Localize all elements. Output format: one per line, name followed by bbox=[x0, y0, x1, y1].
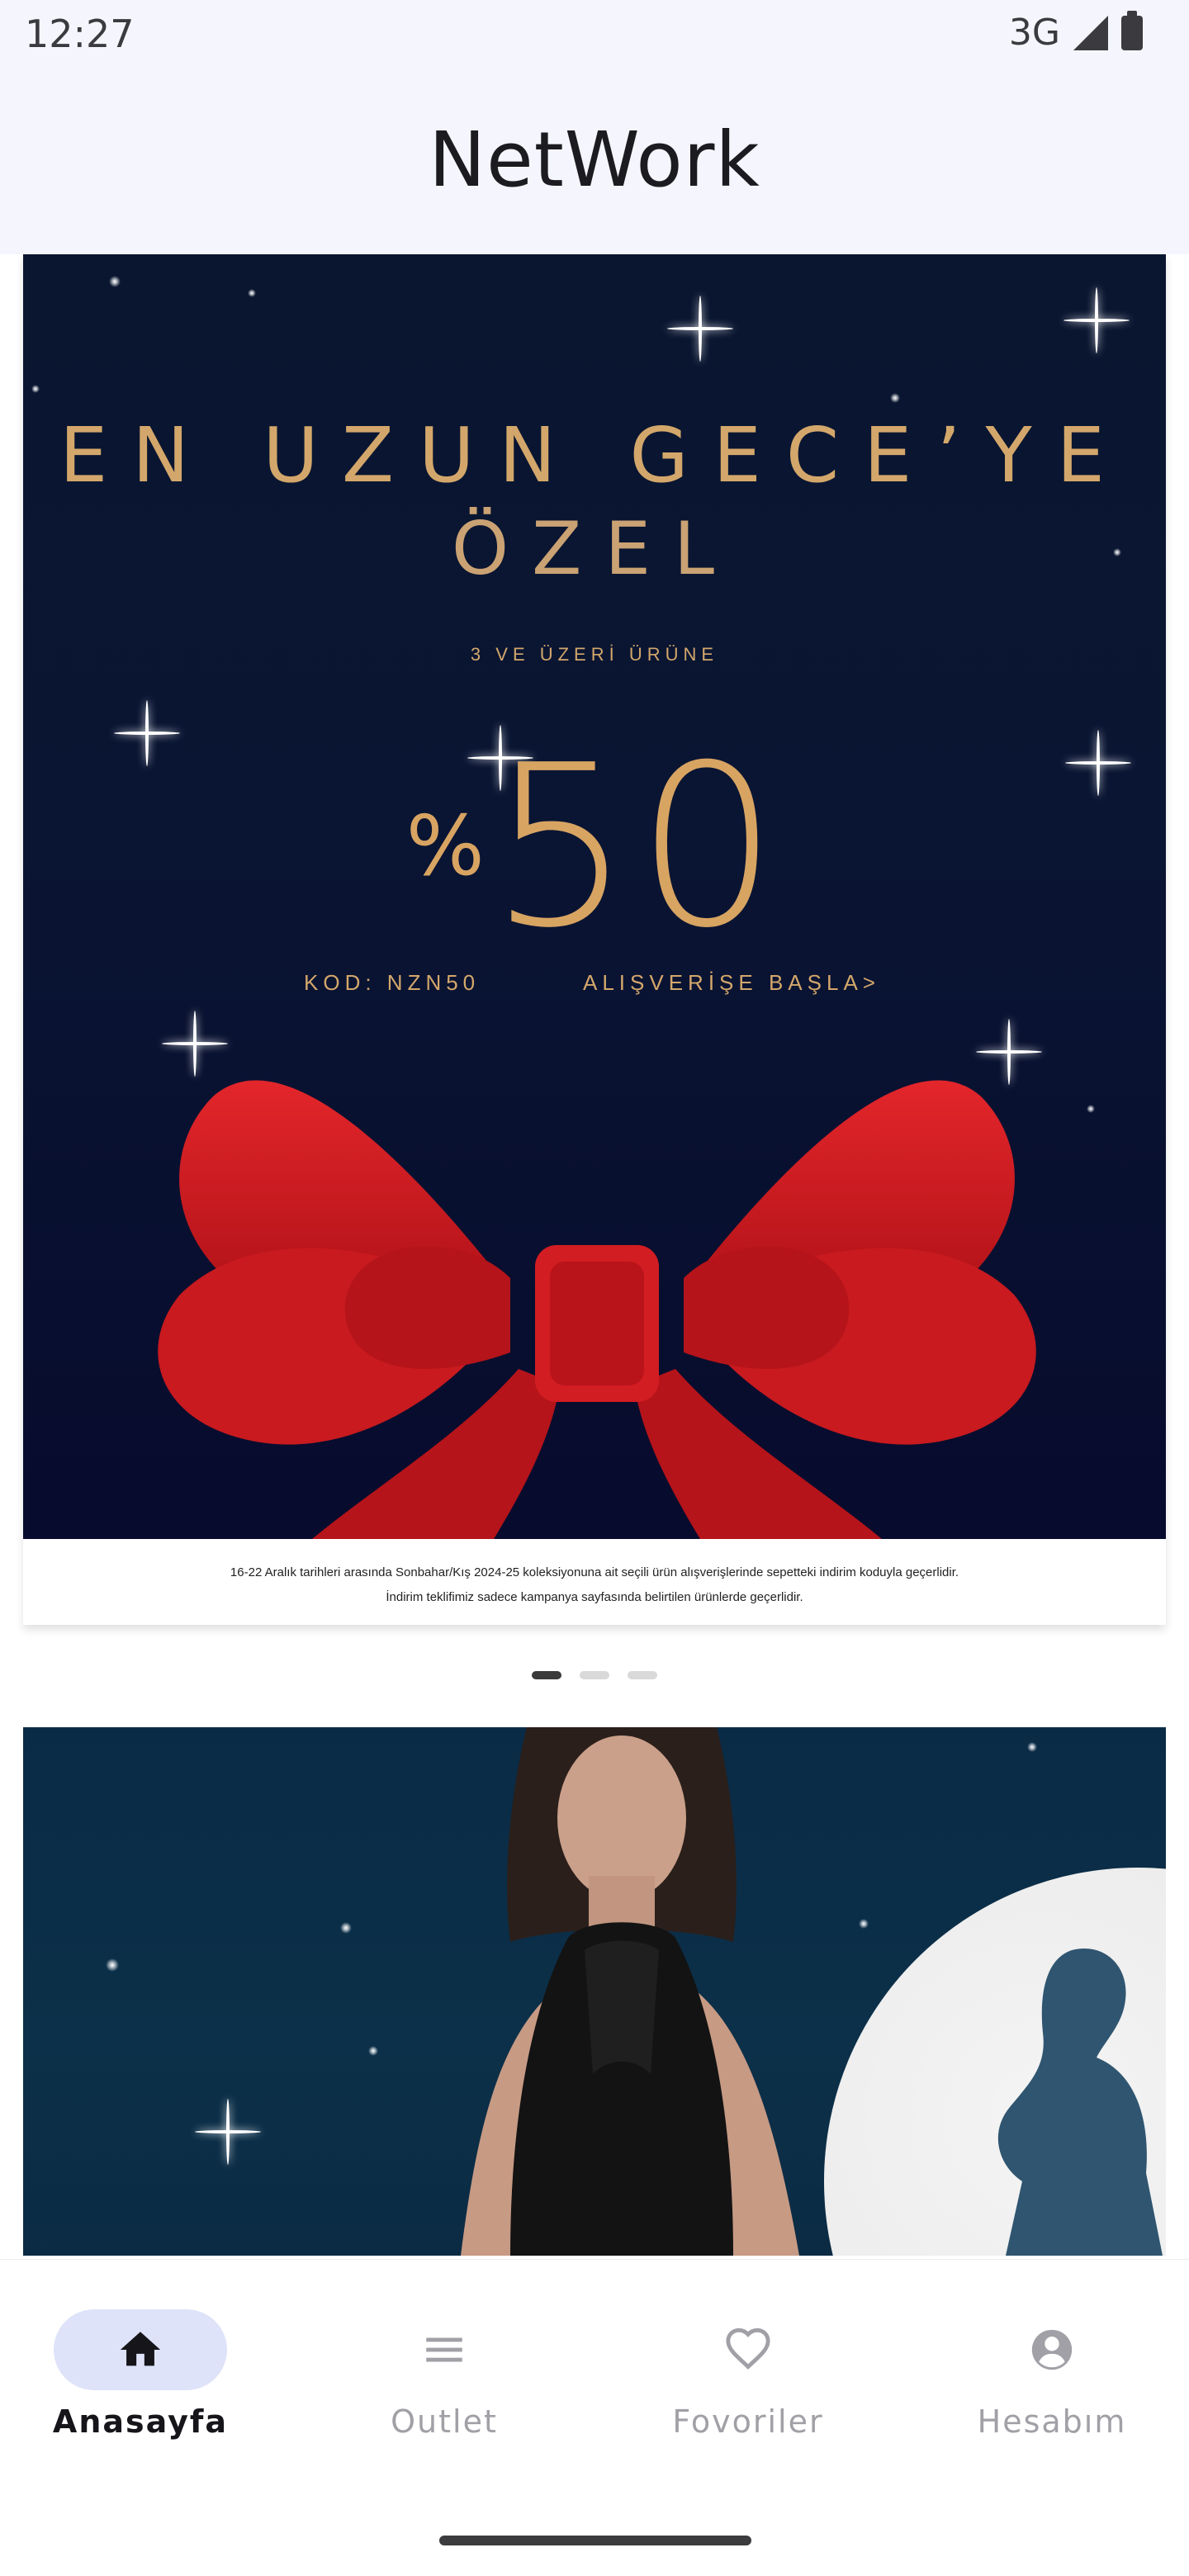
promo-subheading: 3 VE ÜZERİ ÜRÜNE bbox=[470, 644, 719, 665]
model-photo bbox=[461, 1727, 799, 2256]
nav-label: Hesabım bbox=[977, 2403, 1127, 2440]
silhouette-image bbox=[997, 1949, 1163, 2256]
star-icon bbox=[248, 289, 256, 297]
bottom-navigation: Anasayfa Outlet Fovoriler Hesabım bbox=[0, 2259, 1189, 2576]
signal-icon bbox=[1073, 15, 1108, 50]
status-time: 12:27 bbox=[25, 12, 135, 56]
promo-banner-art: EN UZUN GECE’YE ÖZEL 3 VE ÜZERİ ÜRÜNE %5… bbox=[23, 254, 1166, 1539]
battery-icon bbox=[1121, 10, 1143, 50]
nav-pill bbox=[661, 2309, 835, 2390]
nav-pill bbox=[965, 2309, 1139, 2390]
carousel-dot[interactable] bbox=[532, 1671, 561, 1679]
nav-pill bbox=[358, 2309, 531, 2390]
top-bar: 12:27 3G NetWork bbox=[0, 0, 1189, 254]
nav-item-home[interactable]: Anasayfa bbox=[0, 2309, 289, 2458]
discount-value: 50 bbox=[489, 717, 784, 977]
nav-item-account[interactable]: Hesabım bbox=[903, 2309, 1189, 2458]
nav-active-indicator bbox=[54, 2309, 227, 2390]
home-icon bbox=[116, 2326, 164, 2374]
carousel-indicator bbox=[0, 1671, 1189, 1679]
star-icon bbox=[890, 393, 900, 403]
discount-symbol: % bbox=[405, 798, 485, 894]
nav-label: Outlet bbox=[391, 2403, 498, 2440]
star-icon bbox=[340, 1922, 352, 1934]
star-icon bbox=[1027, 1742, 1037, 1752]
nav-item-outlet[interactable]: Outlet bbox=[296, 2309, 593, 2458]
promo-disclaimer: 16-22 Aralık tarihleri arasında Sonbahar… bbox=[23, 1539, 1166, 1625]
status-icons: 3G bbox=[1008, 10, 1143, 54]
gift-bow-image bbox=[158, 1080, 1036, 1539]
carousel-dot[interactable] bbox=[580, 1671, 609, 1679]
sparkle-icon bbox=[1063, 287, 1130, 353]
app-title: NetWork bbox=[429, 116, 760, 204]
nav-label: Fovoriler bbox=[672, 2403, 824, 2440]
star-icon bbox=[109, 276, 121, 287]
nav-label: Anasayfa bbox=[52, 2403, 229, 2440]
promo-headline: EN UZUN GECE’YE bbox=[59, 411, 1130, 500]
nav-item-favorites[interactable]: Fovoriler bbox=[599, 2309, 897, 2458]
disclaimer-line: İndirim teklifimiz sadece kampanya sayfa… bbox=[386, 1590, 803, 1604]
star-icon bbox=[368, 2046, 378, 2056]
carousel-dot[interactable] bbox=[628, 1671, 657, 1679]
sparkle-icon bbox=[195, 2099, 261, 2165]
star-icon bbox=[106, 1958, 119, 1972]
fashion-banner[interactable] bbox=[23, 1727, 1166, 2256]
promo-discount: %50 bbox=[23, 717, 1166, 977]
star-icon bbox=[31, 385, 40, 393]
account-icon bbox=[1028, 2326, 1076, 2374]
network-type: 3G bbox=[1008, 12, 1060, 54]
menu-icon bbox=[420, 2326, 468, 2374]
shop-now-link[interactable]: ALIŞVERİŞE BAŞLA> bbox=[583, 970, 880, 996]
promo-headline-secondary: ÖZEL bbox=[451, 506, 738, 591]
sparkle-icon bbox=[667, 296, 733, 362]
heart-icon bbox=[724, 2326, 772, 2374]
star-icon bbox=[859, 1919, 869, 1929]
gesture-handle[interactable] bbox=[439, 2536, 751, 2545]
disclaimer-line: 16-22 Aralık tarihleri arasında Sonbahar… bbox=[230, 1565, 959, 1579]
promo-code: KOD: NZN50 bbox=[304, 970, 481, 995]
star-icon bbox=[1087, 1105, 1095, 1113]
promo-banner[interactable]: EN UZUN GECE’YE ÖZEL 3 VE ÜZERİ ÜRÜNE %5… bbox=[23, 254, 1166, 1625]
